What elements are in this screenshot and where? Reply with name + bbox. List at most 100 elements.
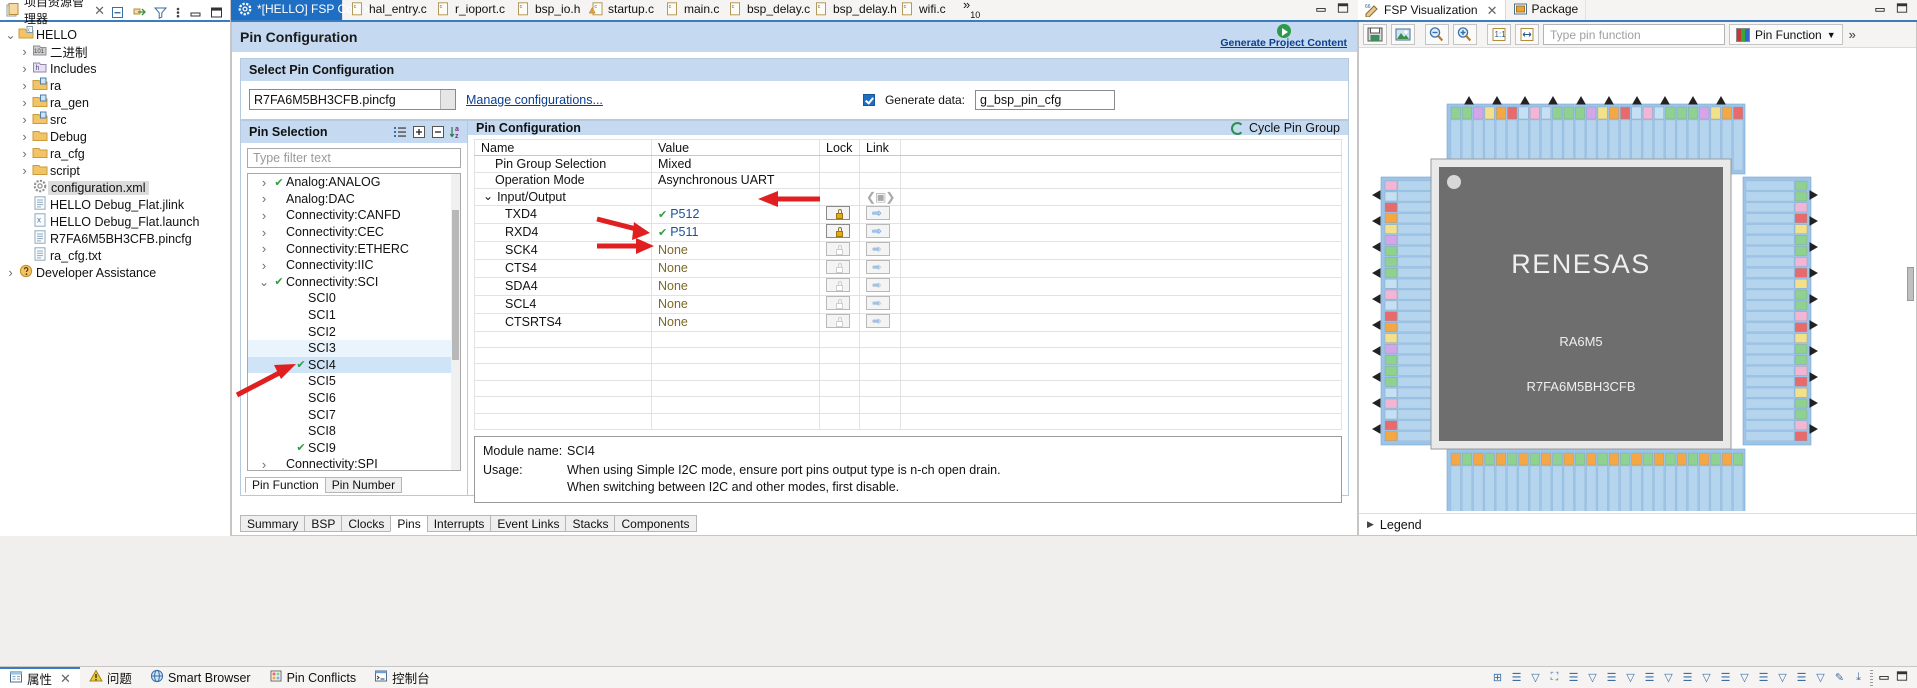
export-image-icon[interactable] [1391, 24, 1415, 45]
pin-tree-item-sci5[interactable]: SCI5 [248, 373, 451, 390]
project-tree-item-includes[interactable]: › h Includes [0, 60, 230, 77]
maximize-icon[interactable] [1336, 1, 1350, 18]
link-arrow-icon[interactable]: ⇨ [866, 223, 890, 238]
generate-data-input[interactable]: g_bsp_pin_cfg [975, 89, 1115, 110]
visualization-tab-package[interactable]: Package [1506, 0, 1587, 20]
toolbar-overflow-button[interactable]: » [1847, 27, 1856, 42]
pin-tree-item-connectivity-iic[interactable]: › Connectivity:IIC [248, 257, 451, 274]
project-tree-item-developer-assistance[interactable]: › Developer Assistance [0, 264, 230, 281]
pin-tree-item-sci2[interactable]: SCI2 [248, 323, 451, 340]
editor-tab-bsp_delay.h[interactable]: c bsp_delay.h [807, 0, 897, 20]
chevron-right-icon[interactable]: › [256, 191, 272, 206]
column-header-name[interactable]: Name [474, 138, 652, 157]
legend-bar[interactable]: ▶ Legend [1359, 513, 1916, 535]
project-tree-item-hello[interactable]: ⌄ c HELLO [0, 26, 230, 43]
generate-project-content-button[interactable]: Generate Project Content [1220, 24, 1347, 49]
maximize-icon[interactable] [209, 5, 224, 20]
pin-tree-item-analog-analog[interactable]: › ✔ Analog:ANALOG [248, 174, 451, 191]
editor-tab-bsp_io.h[interactable]: c bsp_io.h [509, 0, 582, 20]
zoom-out-icon[interactable] [1425, 24, 1449, 45]
table-row[interactable]: Operation Mode Asynchronous UART [474, 171, 1342, 190]
pin-tree-item-sci4[interactable]: ✔ SCI4 [248, 356, 451, 374]
pin-row-value[interactable]: ✔ P512 [651, 204, 820, 224]
statusbar-tool-icon-18[interactable]: ▽ [1813, 670, 1828, 685]
pin-tree-item-connectivity-canfd[interactable]: › Connectivity:CANFD [248, 207, 451, 224]
pin-row-value[interactable]: None [651, 258, 820, 278]
statusbar-tool-icon-6[interactable]: ▽ [1585, 670, 1600, 685]
editor-tab-overflow-button[interactable]: » 10 [953, 0, 986, 20]
pin-row-value[interactable]: None [651, 294, 820, 314]
expand-all-icon[interactable] [411, 124, 427, 140]
statusbar-tool-icon-10[interactable]: ▽ [1661, 670, 1676, 685]
lock-icon[interactable] [826, 241, 850, 256]
pin-configuration-table[interactable]: Name Value Lock Link Pin Group Selection Mixe… [474, 138, 1342, 430]
view-filter-icon[interactable] [153, 5, 168, 20]
project-tree-item-hello-debug_flat.jlink[interactable]: HELLO Debug_Flat.jlink [0, 196, 230, 213]
editor-tabbar[interactable]: *[HELLO] FSP Co ✕ c hal_entry.c c r_ioport.c c… [231, 0, 1358, 22]
chevron-right-icon[interactable]: › [18, 163, 31, 178]
pin-row-value[interactable]: ✔ P511 [651, 222, 820, 242]
zoom-actual-icon[interactable]: 1:1 [1487, 24, 1511, 45]
table-row[interactable]: ⌄ Input/Output ❮▣❯ [474, 188, 1342, 206]
minimize-icon[interactable] [1314, 1, 1328, 18]
chevron-right-icon[interactable]: › [4, 265, 17, 280]
pin-row-value[interactable]: None [651, 240, 820, 260]
statusbar-tool-icon-8[interactable]: ▽ [1623, 670, 1638, 685]
pin-selection-tree[interactable]: › ✔ Analog:ANALOG › Analog:DAC › Connectivity:… [247, 173, 461, 471]
bottom-tab-控制台[interactable]: 控制台 [365, 667, 439, 688]
pin-tree-item-connectivity-etherc[interactable]: › Connectivity:ETHERC [248, 240, 451, 257]
editor-bottom-tabs[interactable]: Summary BSP Clocks Pins Interrupts Event Link… [240, 514, 697, 532]
pin-function-search-input[interactable]: Type pin function [1543, 24, 1725, 45]
table-row[interactable]: SCL4 None ⇨ [474, 294, 1342, 314]
chip-package-diagram[interactable]: RENESAS RA6M5 R7FA6M5BH3CFB [1359, 49, 1916, 511]
pin-selection-footer-tabs[interactable]: Pin Function Pin Number [245, 476, 467, 493]
chevron-right-icon[interactable]: › [18, 78, 31, 93]
statusbar-tool-icon-9[interactable]: ☰ [1642, 670, 1657, 685]
collapse-all-icon[interactable] [111, 5, 126, 20]
list-view-icon[interactable] [392, 124, 408, 140]
chevron-right-icon[interactable]: › [18, 129, 31, 144]
column-header-lock[interactable]: Lock [819, 138, 860, 157]
maximize-icon[interactable] [1895, 1, 1909, 18]
editor-tab-event-links[interactable]: Event Links [490, 515, 567, 532]
editor-tab-interrupts[interactable]: Interrupts [426, 515, 492, 532]
editor-tab--hello-fsp-co[interactable]: *[HELLO] FSP Co ✕ [231, 0, 373, 20]
bottom-tab-属性[interactable]: 属性 ✕ [0, 666, 80, 688]
chevron-right-icon[interactable]: › [18, 44, 31, 59]
tab-project-explorer[interactable]: 项目资源管理器 ✕ [0, 0, 111, 26]
pin-row-value[interactable]: Asynchronous UART [651, 171, 820, 190]
editor-tab-bsp[interactable]: BSP [304, 515, 343, 532]
pin-function-filter-dropdown[interactable]: Pin Function ▼ [1729, 24, 1843, 45]
chevron-down-icon[interactable]: ⌄ [4, 29, 17, 41]
chevron-right-icon[interactable]: › [18, 61, 31, 76]
link-group-icon[interactable]: ❮▣❯ [866, 190, 895, 204]
statusbar-grip[interactable] [1870, 669, 1873, 686]
pin-tree-item-sci0[interactable]: SCI0 [248, 290, 451, 307]
close-icon[interactable]: ✕ [1487, 4, 1498, 17]
view-menu-icon[interactable] [174, 5, 182, 20]
pin-tree-item-sci9[interactable]: ✔ SCI9 [248, 440, 451, 457]
lock-icon[interactable] [826, 205, 850, 220]
pin-tree-scrollbar[interactable] [451, 174, 460, 470]
project-tree-item-script[interactable]: › script [0, 162, 230, 179]
table-row[interactable]: Pin Group Selection Mixed [474, 155, 1342, 173]
save-image-icon[interactable] [1363, 24, 1387, 45]
pin-tree-item-sci6[interactable]: SCI6 [248, 390, 451, 407]
link-arrow-icon[interactable]: ⇨ [866, 205, 890, 220]
pin-tree-item-connectivity-sci[interactable]: ⌄ ✔ Connectivity:SCI [248, 274, 451, 291]
pin-filter-input[interactable]: Type filter text [247, 148, 461, 168]
statusbar-tool-icon-12[interactable]: ▽ [1699, 670, 1714, 685]
close-icon[interactable]: ✕ [94, 4, 105, 17]
column-header-value[interactable]: Value [651, 138, 820, 157]
generate-data-checkbox[interactable] [862, 93, 875, 106]
minimize-icon[interactable] [1877, 669, 1891, 686]
pin-configuration-select[interactable]: R7FA6M5BH3CFB.pincfg [249, 89, 456, 110]
chevron-right-icon[interactable]: › [256, 208, 272, 223]
statusbar-tool-icon-5[interactable]: ☰ [1566, 670, 1581, 685]
chevron-right-icon[interactable]: › [256, 457, 272, 470]
editor-tab-r_ioport.c[interactable]: c r_ioport.c [429, 0, 509, 20]
pin-tree-item-sci1[interactable]: SCI1 [248, 307, 451, 324]
pin-tree-item-connectivity-cec[interactable]: › Connectivity:CEC [248, 224, 451, 241]
project-tree-item-hello-debug_flat.launch[interactable]: x HELLO Debug_Flat.launch [0, 213, 230, 230]
editor-tab-hal_entry.c[interactable]: c hal_entry.c [343, 0, 429, 20]
